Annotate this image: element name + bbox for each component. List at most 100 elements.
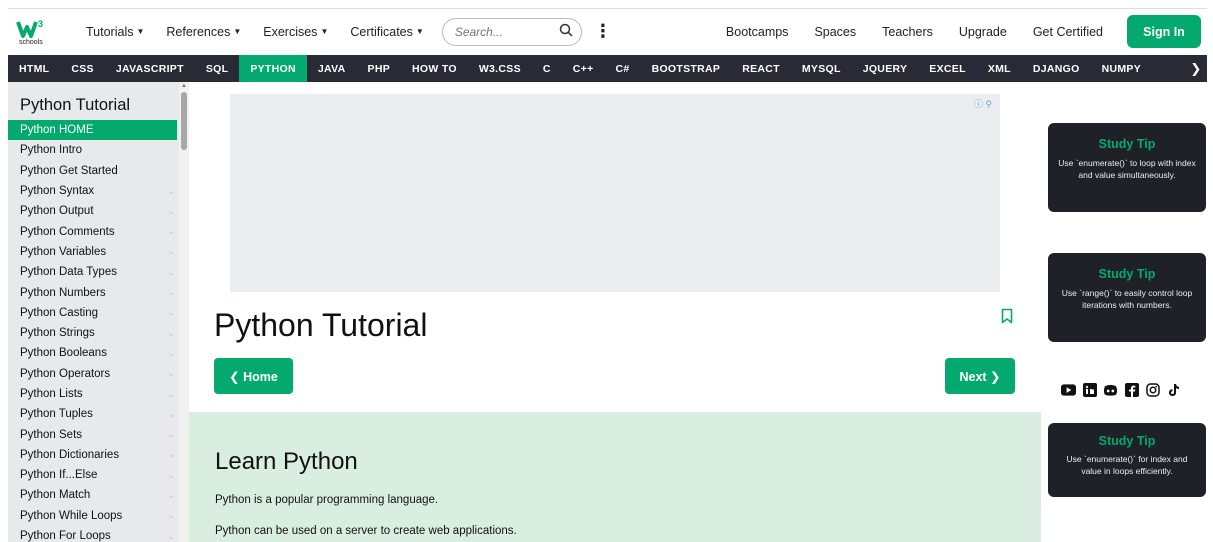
bookmark-icon[interactable] bbox=[1001, 308, 1013, 324]
subject-html[interactable]: HTML bbox=[8, 55, 60, 82]
chevron-down-icon[interactable]: ⌄ bbox=[167, 226, 175, 237]
sidebar-item[interactable]: Python Syntax ⌄ bbox=[8, 181, 189, 201]
search-icon[interactable] bbox=[559, 23, 573, 40]
more-options-icon[interactable]: ⋮ bbox=[594, 21, 612, 42]
subject-mysql[interactable]: MYSQL bbox=[791, 55, 852, 82]
sidebar-item[interactable]: Python Operators ⌄ bbox=[8, 364, 189, 384]
instagram-icon[interactable] bbox=[1145, 382, 1160, 397]
chevron-down-icon[interactable]: ⌄ bbox=[167, 267, 175, 278]
chevron-down-icon[interactable]: ⌄ bbox=[167, 510, 175, 521]
subject-csharp[interactable]: C# bbox=[605, 55, 641, 82]
sidebar-item[interactable]: Python While Loops ⌄ bbox=[8, 506, 189, 526]
sidebar-item-label: Python Booleans bbox=[20, 347, 107, 360]
menu-label: Tutorials bbox=[86, 24, 134, 39]
subject-cpp[interactable]: C++ bbox=[562, 55, 605, 82]
subject-c[interactable]: C bbox=[532, 55, 562, 82]
sidebar-item[interactable]: Python Tuples ⌄ bbox=[8, 404, 189, 424]
w3schools-logo[interactable]: 3 schools bbox=[16, 12, 64, 52]
subject-excel[interactable]: EXCEL bbox=[918, 55, 977, 82]
chevron-down-icon[interactable]: ⌄ bbox=[167, 307, 175, 318]
chevron-down-icon[interactable]: ⌄ bbox=[167, 409, 175, 420]
sidebar-item[interactable]: Python Booleans ⌄ bbox=[8, 343, 189, 363]
study-tip-card: Study Tip Use `range()` to easily contro… bbox=[1048, 253, 1206, 342]
chevron-down-icon[interactable]: ⌄ bbox=[167, 490, 175, 501]
sidebar-item-label: Python Data Types bbox=[20, 266, 117, 279]
sidebar-scroll-thumb[interactable] bbox=[181, 92, 187, 150]
sidebar-item[interactable]: Python Variables ⌄ bbox=[8, 242, 189, 262]
subject-jquery[interactable]: JQUERY bbox=[852, 55, 919, 82]
sidebar-item[interactable]: Python Lists ⌄ bbox=[8, 384, 189, 404]
subject-react[interactable]: REACT bbox=[731, 55, 791, 82]
chevron-down-icon[interactable]: ⌄ bbox=[167, 348, 175, 359]
linkedin-icon[interactable] bbox=[1082, 382, 1097, 397]
tip-title: Study Tip bbox=[1098, 137, 1156, 151]
subject-numpy[interactable]: NUMPY bbox=[1091, 55, 1141, 82]
chevron-down-icon[interactable]: ⌄ bbox=[167, 470, 175, 481]
sidebar-item-label: Python Tuples bbox=[20, 408, 93, 421]
sidebar-item-label: Python Casting bbox=[20, 306, 98, 319]
sign-in-button[interactable]: Sign In bbox=[1127, 15, 1201, 48]
bootcamps-link[interactable]: Bootcamps bbox=[726, 25, 789, 39]
tiktok-icon[interactable] bbox=[1166, 382, 1181, 397]
search-box bbox=[441, 17, 582, 46]
caret-down-icon: ▼ bbox=[136, 27, 145, 36]
sidebar-item[interactable]: Python Strings ⌄ bbox=[8, 323, 189, 343]
tutorials-menu[interactable]: Tutorials ▼ bbox=[86, 25, 144, 39]
teachers-link[interactable]: Teachers bbox=[882, 25, 933, 39]
sidebar-item[interactable]: Python Get Started bbox=[8, 161, 189, 181]
chevron-down-icon[interactable]: ⌄ bbox=[167, 531, 175, 542]
facebook-icon[interactable] bbox=[1124, 382, 1139, 397]
subject-w3css[interactable]: W3.CSS bbox=[468, 55, 532, 82]
sidebar-item[interactable]: Python Intro bbox=[8, 140, 189, 160]
home-button[interactable]: ❮ Home bbox=[214, 358, 293, 394]
exercises-menu[interactable]: Exercises ▼ bbox=[263, 25, 328, 39]
subject-php[interactable]: PHP bbox=[357, 55, 402, 82]
chevron-down-icon[interactable]: ⌄ bbox=[167, 186, 175, 197]
chevron-down-icon[interactable]: ⌄ bbox=[167, 206, 175, 217]
sidebar-item[interactable]: Python Casting ⌄ bbox=[8, 303, 189, 323]
chevron-down-icon[interactable]: ⌄ bbox=[167, 328, 175, 339]
upgrade-link[interactable]: Upgrade bbox=[959, 25, 1007, 39]
subject-bootstrap[interactable]: BOOTSTRAP bbox=[641, 55, 732, 82]
certificates-menu[interactable]: Certificates ▼ bbox=[350, 25, 423, 39]
sidebar-item-label: Python While Loops bbox=[20, 509, 123, 522]
sidebar-scrollbar[interactable] bbox=[179, 82, 189, 542]
sidebar: Python Tutorial Python HOME Python Intro P… bbox=[8, 82, 189, 542]
sidebar-item[interactable]: Python Dictionaries ⌄ bbox=[8, 445, 189, 465]
subject-howto[interactable]: HOW TO bbox=[401, 55, 468, 82]
scroll-right-icon[interactable]: ❯ bbox=[1185, 55, 1207, 82]
subject-sql[interactable]: SQL bbox=[195, 55, 240, 82]
chevron-down-icon[interactable]: ⌄ bbox=[167, 246, 175, 257]
sidebar-item[interactable]: Python Data Types ⌄ bbox=[8, 262, 189, 282]
sidebar-item-label: Python Syntax bbox=[20, 185, 95, 198]
subject-django[interactable]: DJANGO bbox=[1022, 55, 1091, 82]
sidebar-item[interactable]: Python Output ⌄ bbox=[8, 201, 189, 221]
next-button[interactable]: Next ❯ bbox=[945, 358, 1015, 394]
subject-java[interactable]: JAVA bbox=[307, 55, 357, 82]
youtube-icon[interactable] bbox=[1061, 382, 1076, 397]
ad-info-icon[interactable]: ⓘ ⚲ bbox=[974, 97, 992, 110]
subject-javascript[interactable]: JAVASCRIPT bbox=[105, 55, 195, 82]
search-input[interactable] bbox=[454, 24, 555, 39]
sidebar-item[interactable]: Python Numbers ⌄ bbox=[8, 282, 189, 302]
sidebar-item[interactable]: Python Match ⌄ bbox=[8, 485, 189, 505]
get-certified-link[interactable]: Get Certified bbox=[1033, 25, 1103, 39]
sidebar-item[interactable]: Python HOME bbox=[8, 120, 177, 141]
sidebar-item[interactable]: Python For Loops ⌄ bbox=[8, 526, 189, 542]
sidebar-item[interactable]: Python Comments ⌄ bbox=[8, 221, 189, 241]
sidebar-item[interactable]: Python Sets ⌄ bbox=[8, 424, 189, 444]
menu-label: References bbox=[166, 24, 231, 39]
chevron-down-icon[interactable]: ⌄ bbox=[167, 429, 175, 440]
subject-css[interactable]: CSS bbox=[60, 55, 105, 82]
chevron-down-icon[interactable]: ⌄ bbox=[167, 449, 175, 460]
sidebar-item[interactable]: Python If...Else ⌄ bbox=[8, 465, 189, 485]
chevron-down-icon[interactable]: ⌄ bbox=[167, 287, 175, 298]
chevron-down-icon[interactable]: ⌄ bbox=[167, 389, 175, 400]
scroll-up-icon[interactable]: ▲ bbox=[181, 83, 187, 89]
subject-xml[interactable]: XML bbox=[977, 55, 1022, 82]
discord-icon[interactable] bbox=[1103, 382, 1118, 397]
chevron-down-icon[interactable]: ⌄ bbox=[167, 368, 175, 379]
references-menu[interactable]: References ▼ bbox=[166, 25, 241, 39]
spaces-link[interactable]: Spaces bbox=[814, 25, 856, 39]
subject-python[interactable]: PYTHON bbox=[239, 55, 307, 82]
